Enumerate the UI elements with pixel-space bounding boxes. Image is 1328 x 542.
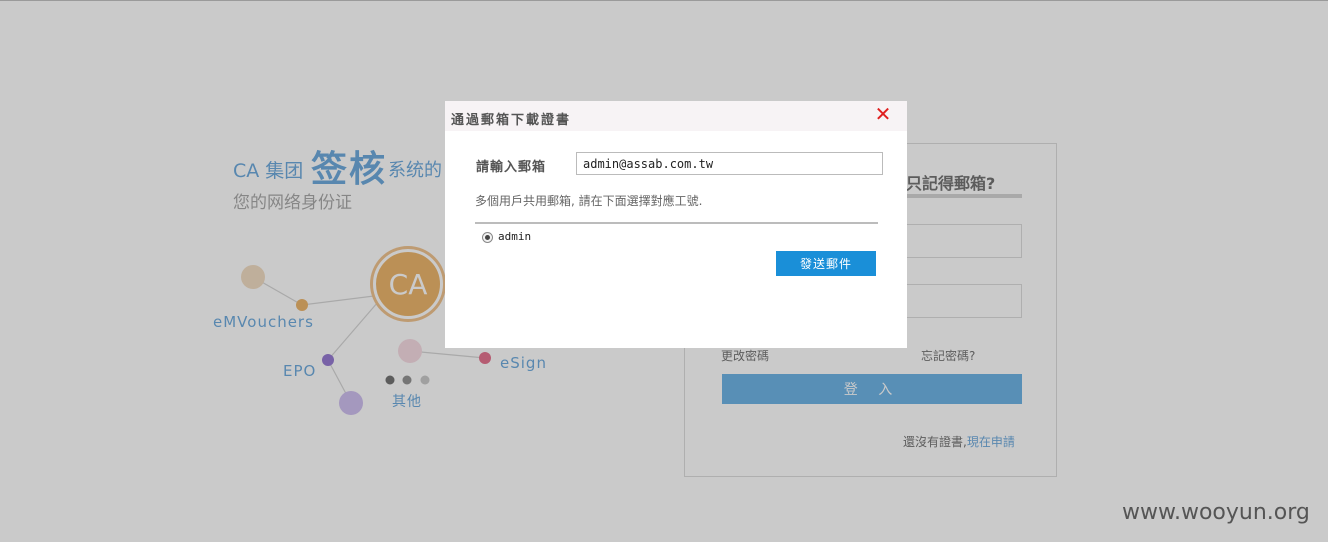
page: CA 集团 签核 系统的 您的网络身份证 CA eMVouchers E [0,0,1328,542]
email-label: 請輸入郵箱 [476,160,547,175]
email-input[interactable] [576,152,883,175]
send-email-button[interactable]: 發送郵件 [776,251,876,276]
employee-radio-label: admin [498,230,532,243]
dialog-header: 通過郵箱下載證書 ✕ [445,101,907,131]
close-icon[interactable]: ✕ [873,103,893,125]
watermark: www.wooyun.org [1122,500,1310,525]
employee-radio-admin[interactable] [482,232,493,243]
dialog-divider [475,222,878,224]
download-cert-dialog: 通過郵箱下載證書 ✕ 請輸入郵箱 多個用戶共用郵箱, 請在下面選擇對應工號. a… [445,101,907,348]
dialog-title: 通過郵箱下載證書 [451,113,572,128]
shared-email-note: 多個用戶共用郵箱, 請在下面選擇對應工號. [475,194,703,208]
